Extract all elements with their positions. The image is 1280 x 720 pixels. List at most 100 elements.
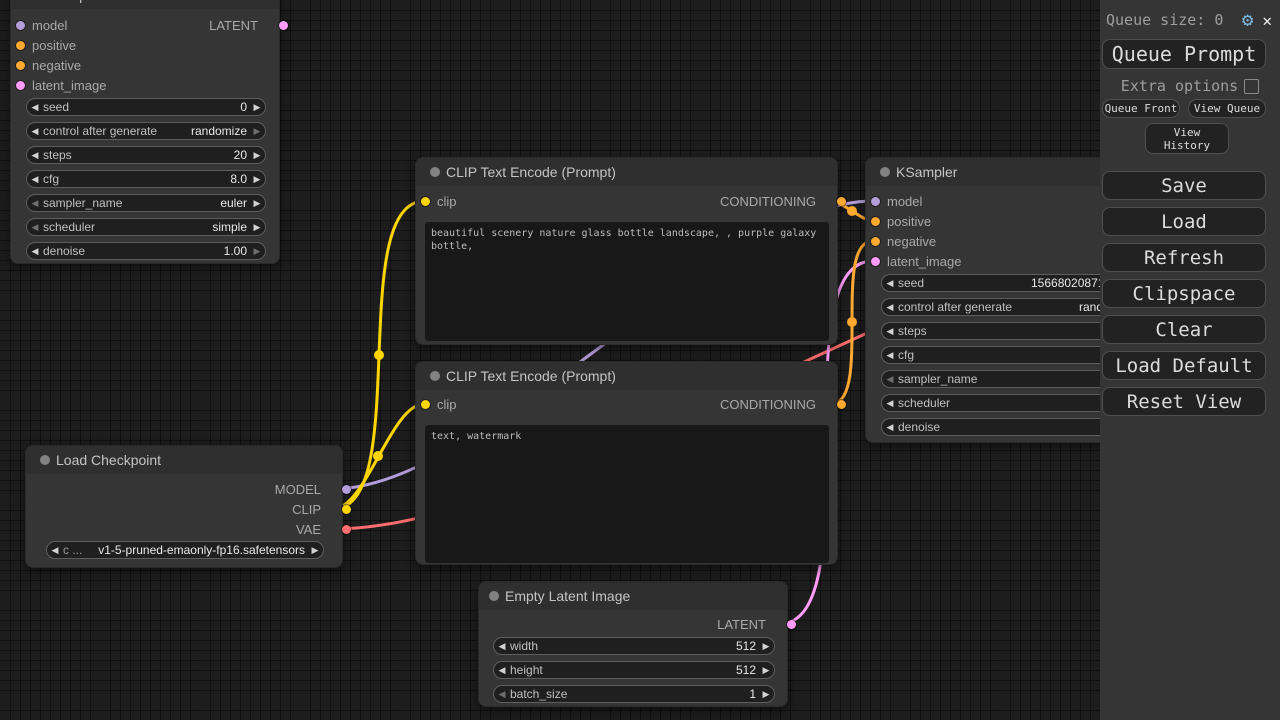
widget-control-after-generate[interactable]: ◀ control after generate randomize xyxy=(881,298,1136,316)
widget-steps[interactable]: ◀ steps 20 ▶ xyxy=(26,146,266,164)
clear-button[interactable]: Clear xyxy=(1102,315,1266,344)
node-empty-latent-image[interactable]: Empty Latent Image LATENT ◀ width 512 ▶ … xyxy=(478,581,788,707)
widget-ckpt-name[interactable]: ◀ c ... v1-5-pruned-emaonly-fp16.safeten… xyxy=(46,541,324,559)
widget-seed[interactable]: ◀ seed 15668020871 xyxy=(881,274,1136,292)
clipspace-button[interactable]: Clipspace xyxy=(1102,279,1266,308)
stepper-right-arrow-icon[interactable]: ▶ xyxy=(307,542,323,558)
load-button[interactable]: Load xyxy=(1102,207,1266,236)
stepper-right-arrow-icon[interactable]: ▶ xyxy=(249,147,265,163)
slot-dot-conditioning[interactable] xyxy=(16,61,25,70)
load-default-button[interactable]: Load Default xyxy=(1102,351,1266,380)
stepper-right-arrow-icon[interactable]: ▶ xyxy=(758,686,774,702)
node-clip-text-encode-positive[interactable]: CLIP Text Encode (Prompt) clip CONDITION… xyxy=(415,157,838,345)
stepper-left-arrow-icon[interactable]: ◀ xyxy=(882,371,898,387)
widget-seed[interactable]: ◀ seed 0 ▶ xyxy=(26,98,266,116)
node-title-bar[interactable]: Empty Latent Image xyxy=(479,582,787,610)
slot-dot-latent[interactable] xyxy=(871,257,880,266)
refresh-button[interactable]: Refresh xyxy=(1102,243,1266,272)
widget-cfg[interactable]: ◀ cfg 8.0 ▶ xyxy=(26,170,266,188)
widget-width[interactable]: ◀ width 512 ▶ xyxy=(493,637,775,655)
widget-denoise[interactable]: ◀ denoise xyxy=(881,418,1136,436)
widget-height[interactable]: ◀ height 512 ▶ xyxy=(493,661,775,679)
stepper-right-arrow-icon[interactable]: ▶ xyxy=(758,662,774,678)
stepper-left-arrow-icon[interactable]: ◀ xyxy=(27,99,43,115)
extra-options-checkbox[interactable] xyxy=(1244,79,1259,94)
slot-dot-latent[interactable] xyxy=(279,21,288,30)
stepper-right-arrow-icon[interactable]: ▶ xyxy=(249,123,265,139)
widget-scheduler[interactable]: ◀ scheduler xyxy=(881,394,1136,412)
save-button[interactable]: Save xyxy=(1102,171,1266,200)
node-clip-text-encode-negative[interactable]: CLIP Text Encode (Prompt) clip CONDITION… xyxy=(415,361,838,565)
slot-dot-clip[interactable] xyxy=(342,505,351,514)
node-title-bar[interactable]: Load Checkpoint xyxy=(26,446,342,474)
prompt-textarea[interactable]: beautiful scenery nature glass bottle la… xyxy=(425,222,829,341)
stepper-left-arrow-icon[interactable]: ◀ xyxy=(882,323,898,339)
slot-dot-model[interactable] xyxy=(342,485,351,494)
stepper-right-arrow-icon[interactable]: ▶ xyxy=(249,195,265,211)
stepper-right-arrow-icon[interactable]: ▶ xyxy=(249,243,265,259)
widget-cfg[interactable]: ◀ cfg xyxy=(881,346,1136,364)
collapse-dot-icon[interactable] xyxy=(430,371,440,381)
widget-sampler-name[interactable]: ◀ sampler_name euler ▶ xyxy=(26,194,266,212)
stepper-left-arrow-icon[interactable]: ◀ xyxy=(882,347,898,363)
view-history-button[interactable]: View History xyxy=(1145,123,1229,154)
stepper-left-arrow-icon[interactable]: ◀ xyxy=(882,299,898,315)
widget-denoise[interactable]: ◀ denoise 1.00 ▶ xyxy=(26,242,266,260)
prompt-textarea[interactable]: text, watermark xyxy=(425,425,829,563)
stepper-right-arrow-icon[interactable]: ▶ xyxy=(249,171,265,187)
reset-view-button[interactable]: Reset View xyxy=(1102,387,1266,416)
slot-dot-conditioning[interactable] xyxy=(871,237,880,246)
stepper-right-arrow-icon[interactable]: ▶ xyxy=(249,99,265,115)
slot-dot-conditioning[interactable] xyxy=(16,41,25,50)
stepper-left-arrow-icon[interactable]: ◀ xyxy=(27,171,43,187)
widget-label: seed xyxy=(43,100,69,114)
widget-value: 8.0 xyxy=(228,172,249,186)
collapse-dot-icon[interactable] xyxy=(40,455,50,465)
slot-dot-latent[interactable] xyxy=(787,620,796,629)
stepper-right-arrow-icon[interactable]: ▶ xyxy=(758,638,774,654)
collapse-dot-icon[interactable] xyxy=(489,591,499,601)
node-title-bar[interactable]: KSampler xyxy=(11,0,279,9)
collapse-dot-icon[interactable] xyxy=(880,167,890,177)
stepper-left-arrow-icon[interactable]: ◀ xyxy=(27,243,43,259)
stepper-left-arrow-icon[interactable]: ◀ xyxy=(47,542,63,558)
slot-dot-model[interactable] xyxy=(871,197,880,206)
stepper-left-arrow-icon[interactable]: ◀ xyxy=(27,147,43,163)
stepper-left-arrow-icon[interactable]: ◀ xyxy=(27,123,43,139)
slot-dot-conditioning[interactable] xyxy=(837,197,846,206)
node-graph-canvas[interactable]: KSampler model positive negative latent_… xyxy=(0,0,1280,720)
widget-scheduler[interactable]: ◀ scheduler simple ▶ xyxy=(26,218,266,236)
queue-front-button[interactable]: Queue Front xyxy=(1102,99,1180,118)
stepper-left-arrow-icon[interactable]: ◀ xyxy=(27,219,43,235)
stepper-right-arrow-icon[interactable]: ▶ xyxy=(249,219,265,235)
node-ksampler-left[interactable]: KSampler model positive negative latent_… xyxy=(10,0,280,264)
queue-prompt-button[interactable]: Queue Prompt xyxy=(1102,39,1266,69)
slot-label: positive xyxy=(32,38,76,53)
stepper-left-arrow-icon[interactable]: ◀ xyxy=(882,419,898,435)
widget-steps[interactable]: ◀ steps xyxy=(881,322,1136,340)
stepper-left-arrow-icon[interactable]: ◀ xyxy=(494,686,510,702)
node-title-bar[interactable]: CLIP Text Encode (Prompt) xyxy=(416,362,837,390)
node-title-bar[interactable]: CLIP Text Encode (Prompt) xyxy=(416,158,837,186)
link-midpoint-dot xyxy=(847,317,857,327)
widget-batch-size[interactable]: ◀ batch_size 1 ▶ xyxy=(493,685,775,703)
stepper-left-arrow-icon[interactable]: ◀ xyxy=(27,195,43,211)
slot-dot-latent[interactable] xyxy=(16,81,25,90)
stepper-left-arrow-icon[interactable]: ◀ xyxy=(882,395,898,411)
stepper-left-arrow-icon[interactable]: ◀ xyxy=(882,275,898,291)
widget-sampler-name[interactable]: ◀ sampler_name xyxy=(881,370,1136,388)
close-icon[interactable]: ✕ xyxy=(1262,11,1272,30)
widget-label: scheduler xyxy=(43,220,95,234)
link-midpoint-dot xyxy=(847,206,857,216)
collapse-dot-icon[interactable] xyxy=(430,167,440,177)
view-queue-button[interactable]: View Queue xyxy=(1188,99,1266,118)
slot-dot-conditioning[interactable] xyxy=(837,400,846,409)
node-load-checkpoint[interactable]: Load Checkpoint MODEL CLIP VAE ◀ c ... v… xyxy=(25,445,343,568)
input-slot-positive: positive xyxy=(11,36,279,56)
slot-dot-vae[interactable] xyxy=(342,525,351,534)
stepper-left-arrow-icon[interactable]: ◀ xyxy=(494,662,510,678)
stepper-left-arrow-icon[interactable]: ◀ xyxy=(494,638,510,654)
slot-dot-conditioning[interactable] xyxy=(871,217,880,226)
settings-gear-icon[interactable]: ⚙ xyxy=(1242,8,1253,32)
widget-control-after-generate[interactable]: ◀ control after generate randomize ▶ xyxy=(26,122,266,140)
